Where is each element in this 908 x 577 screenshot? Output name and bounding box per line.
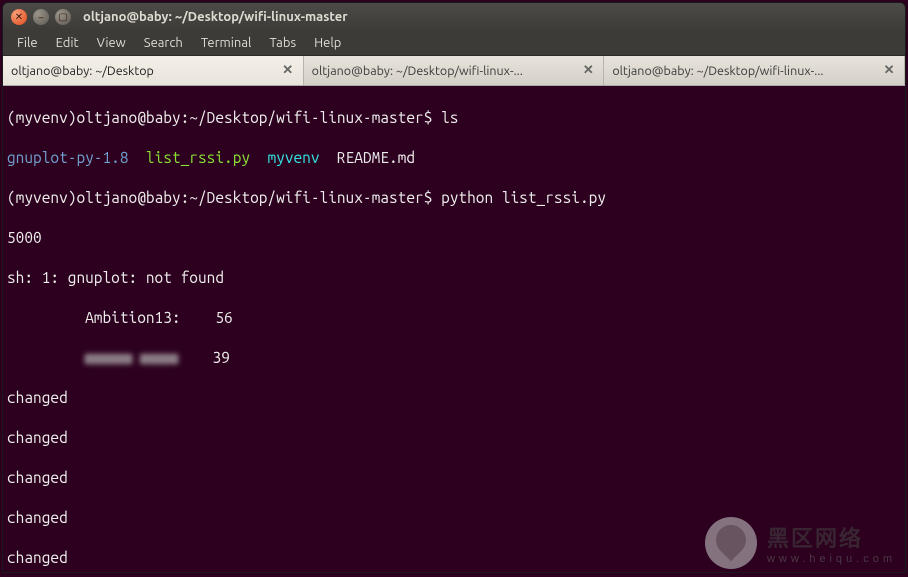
ls-dir: gnuplot-py-1.8 xyxy=(7,149,129,166)
output-line: changed xyxy=(7,548,901,568)
prompt-userhost: oltjano@baby xyxy=(76,189,180,206)
terminal-output[interactable]: (myvenv)oltjano@baby:~/Desktop/wifi-linu… xyxy=(3,86,905,572)
ls-file: README.md xyxy=(337,149,415,166)
output-line: changed xyxy=(7,428,901,448)
output-line: changed xyxy=(7,508,901,528)
ls-dir: myvenv xyxy=(267,149,319,166)
output-line: 5000 xyxy=(7,228,901,248)
tab-bar: oltjano@baby: ~/Desktop ✕ oltjano@baby: … xyxy=(3,56,905,86)
prompt-path: ~/Desktop/wifi-linux-master xyxy=(189,189,423,206)
prompt-userhost: oltjano@baby xyxy=(76,109,180,126)
tab-label: oltjano@baby: ~/Desktop/wifi-linux-... xyxy=(312,64,576,78)
minimize-icon[interactable]: – xyxy=(33,9,49,25)
menubar: File Edit View Search Terminal Tabs Help xyxy=(3,31,905,56)
command-text: python list_rssi.py xyxy=(441,189,606,206)
close-icon[interactable]: ✕ xyxy=(882,64,896,78)
menu-view[interactable]: View xyxy=(89,33,134,53)
maximize-icon[interactable]: ▢ xyxy=(55,9,71,25)
window-controls: ✕ – ▢ xyxy=(11,9,71,25)
close-icon[interactable]: ✕ xyxy=(11,9,27,25)
terminal-tab[interactable]: oltjano@baby: ~/Desktop/wifi-linux-... ✕ xyxy=(304,56,605,85)
menu-help[interactable]: Help xyxy=(306,33,349,53)
prompt-sep: : xyxy=(181,109,190,126)
command-text: ls xyxy=(441,109,458,126)
menu-search[interactable]: Search xyxy=(136,33,191,53)
close-icon[interactable]: ✕ xyxy=(281,64,295,78)
prompt-end: $ xyxy=(424,109,433,126)
tab-label: oltjano@baby: ~/Desktop xyxy=(11,64,275,78)
output-line: Ambition13: 56 xyxy=(7,308,901,328)
tab-label: oltjano@baby: ~/Desktop/wifi-linux-... xyxy=(612,64,876,78)
terminal-window: ✕ – ▢ oltjano@baby: ~/Desktop/wifi-linux… xyxy=(2,2,906,573)
ls-exec: list_rssi.py xyxy=(146,149,250,166)
prompt-venv: (myvenv) xyxy=(7,109,76,126)
redacted-text: ■■■■■ ■■■■ xyxy=(7,349,178,366)
menu-edit[interactable]: Edit xyxy=(48,33,87,53)
window-title: oltjano@baby: ~/Desktop/wifi-linux-maste… xyxy=(83,10,348,24)
output-line: changed xyxy=(7,468,901,488)
output-line: changed xyxy=(7,388,901,408)
terminal-tab[interactable]: oltjano@baby: ~/Desktop/wifi-linux-... ✕ xyxy=(604,56,905,85)
terminal-tab[interactable]: oltjano@baby: ~/Desktop ✕ xyxy=(3,56,304,85)
prompt-end: $ xyxy=(424,189,433,206)
prompt-path: ~/Desktop/wifi-linux-master xyxy=(189,109,423,126)
menu-terminal[interactable]: Terminal xyxy=(193,33,260,53)
menu-file[interactable]: File xyxy=(9,33,46,53)
output-value: 39 xyxy=(178,349,230,366)
menu-tabs[interactable]: Tabs xyxy=(261,33,304,53)
output-line: sh: 1: gnuplot: not found xyxy=(7,268,901,288)
prompt-sep: : xyxy=(181,189,190,206)
prompt-venv: (myvenv) xyxy=(7,189,76,206)
close-icon[interactable]: ✕ xyxy=(581,64,595,78)
titlebar[interactable]: ✕ – ▢ oltjano@baby: ~/Desktop/wifi-linux… xyxy=(3,3,905,31)
